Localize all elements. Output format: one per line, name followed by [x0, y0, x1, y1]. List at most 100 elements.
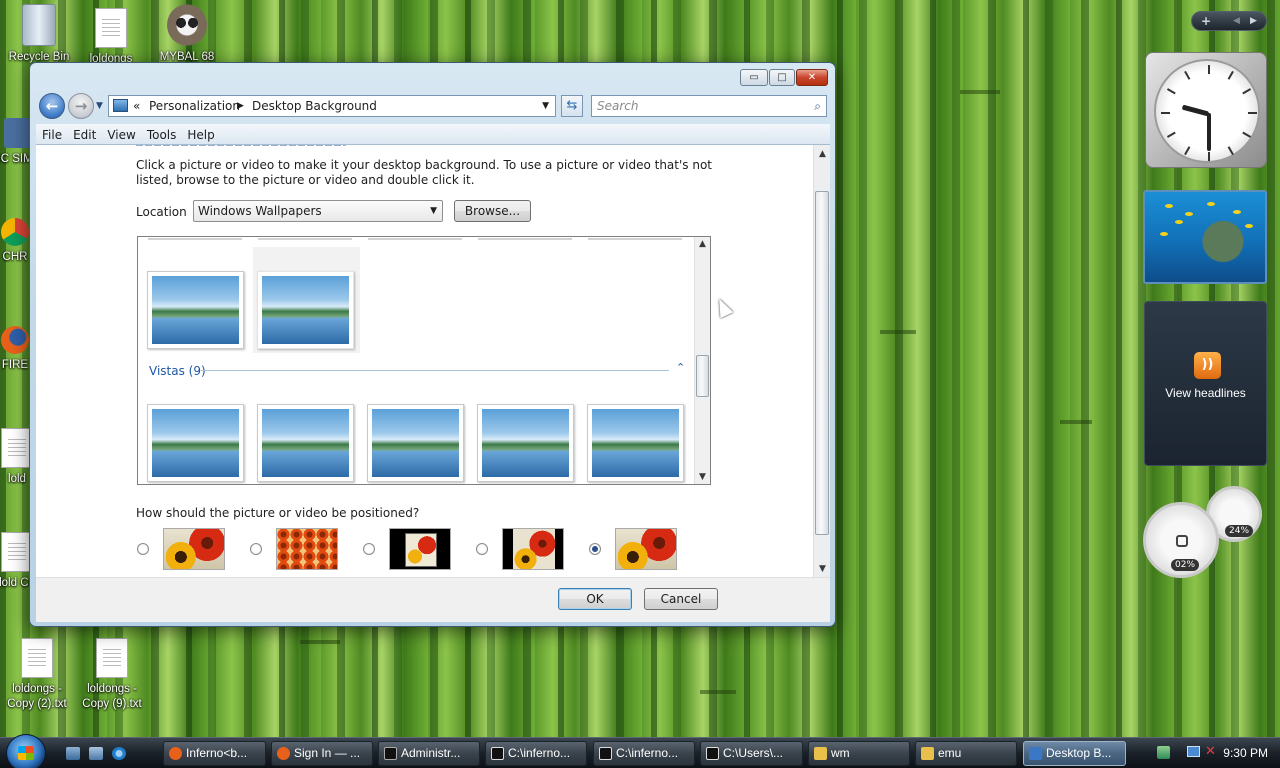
taskbar-item-label: C:\inferno...: [616, 746, 679, 760]
cpu-meter-gadget[interactable]: 02%: [1143, 502, 1219, 578]
taskbar-item[interactable]: wm: [808, 741, 910, 766]
scroll-down-icon[interactable]: ▼: [695, 470, 710, 484]
add-gadget-button[interactable]: +: [1201, 12, 1211, 30]
breadcrumb-item-personalization[interactable]: Personalization: [149, 96, 240, 116]
feed-headlines-gadget[interactable]: )) View headlines: [1144, 301, 1267, 466]
folder-icon: [921, 747, 934, 760]
menu-bar: File Edit View Tools Help: [36, 124, 830, 145]
taskbar-item-active[interactable]: Desktop B...: [1023, 741, 1126, 766]
switch-windows-icon[interactable]: [89, 747, 103, 760]
ok-button[interactable]: OK: [558, 588, 632, 610]
display-icon[interactable]: [1187, 746, 1200, 757]
desktop-icon-file[interactable]: loldongs - Copy (9).txt: [75, 638, 149, 712]
scroll-down-icon[interactable]: ▼: [815, 562, 830, 576]
wallpaper-thumbnail[interactable]: [477, 404, 574, 482]
back-button[interactable]: ←: [39, 93, 65, 119]
position-stretch-preview-icon[interactable]: [615, 528, 677, 570]
refresh-button[interactable]: ⇆: [561, 95, 583, 117]
taskbar-item[interactable]: Inferno<b...: [163, 741, 266, 766]
menu-help[interactable]: Help: [181, 124, 219, 143]
search-input[interactable]: Search ⌕: [591, 95, 827, 117]
internet-explorer-icon[interactable]: [112, 747, 126, 760]
partial-row-edge: [368, 237, 462, 240]
desktop-icon-app[interactable]: MYBAL 68: [150, 4, 224, 65]
7zip-icon: [491, 747, 504, 760]
network-icon[interactable]: [1157, 746, 1170, 759]
menu-file[interactable]: File: [36, 124, 67, 143]
taskbar-item[interactable]: Administr...: [378, 741, 480, 766]
address-bar[interactable]: « Personalization ▶ Desktop Background ▼: [108, 95, 556, 117]
menu-edit[interactable]: Edit: [67, 124, 101, 143]
taskbar-item[interactable]: C:\Users\...: [700, 741, 803, 766]
content-scroll-thumb[interactable]: [815, 191, 829, 535]
recent-pages-dropdown[interactable]: ▼: [96, 101, 103, 111]
desktop-icon-label: lold: [8, 473, 26, 485]
start-button[interactable]: [6, 734, 46, 768]
location-dropdown[interactable]: Windows Wallpapers ▼: [193, 200, 443, 222]
desktop-icon-file[interactable]: loldongs - Copy (2).txt: [0, 638, 74, 712]
hour-hand: [1181, 104, 1210, 117]
wallpaper-thumbnail[interactable]: [257, 271, 354, 349]
desktop-icon-recycle-bin[interactable]: Recycle Bin: [2, 4, 76, 65]
gadget-prev-icon[interactable]: ◀: [1233, 12, 1240, 30]
clock-tick: [1227, 146, 1234, 156]
view-headlines-label[interactable]: View headlines: [1145, 386, 1266, 400]
wallpaper-thumbnail[interactable]: [367, 404, 464, 482]
group-label-vistas[interactable]: Vistas (9): [149, 364, 206, 378]
address-dropdown-icon[interactable]: ▼: [542, 96, 549, 116]
fish-shape: [1165, 204, 1173, 208]
bamboo-node: [1060, 420, 1092, 424]
taskbar-item[interactable]: C:\inferno...: [485, 741, 587, 766]
cancel-button[interactable]: Cancel: [644, 588, 718, 610]
radio-center[interactable]: [363, 543, 375, 555]
taskbar-clock[interactable]: 9:30 PM: [1223, 746, 1268, 760]
taskbar-item-label: Desktop B...: [1046, 746, 1112, 760]
content-scrollbar[interactable]: ▲ ▼: [813, 145, 830, 577]
position-tile-preview-icon[interactable]: [276, 528, 338, 570]
collapse-group-icon[interactable]: ⌃: [676, 361, 685, 374]
scroll-up-icon[interactable]: ▲: [815, 147, 830, 161]
position-center-preview-icon[interactable]: [389, 528, 451, 570]
gallery-scroll-thumb[interactable]: [696, 355, 709, 397]
radio-fill[interactable]: [137, 543, 149, 555]
volume-muted-icon[interactable]: ✕: [1205, 744, 1216, 759]
wallpaper-thumbnail[interactable]: [147, 404, 244, 482]
taskbar-item[interactable]: C:\inferno...: [593, 741, 695, 766]
meter-needle-icon: [1176, 535, 1188, 547]
close-button[interactable]: ✕: [796, 69, 828, 86]
clock-tick: [1227, 70, 1234, 80]
taskbar-item[interactable]: Sign In — ...: [271, 741, 373, 766]
radio-tile[interactable]: [250, 543, 262, 555]
slideshow-gadget[interactable]: [1143, 190, 1267, 284]
position-fit-preview-icon[interactable]: [502, 528, 564, 570]
gallery-scrollbar[interactable]: ▲ ▼: [694, 237, 710, 484]
clock-face-icon: [1154, 59, 1260, 163]
breadcrumb-item-desktop-background[interactable]: Desktop Background: [252, 96, 377, 116]
taskbar-item[interactable]: emu: [915, 741, 1017, 766]
forward-button[interactable]: →: [68, 93, 94, 119]
wallpaper-thumbnail[interactable]: [147, 271, 244, 349]
breadcrumb-prefix[interactable]: «: [133, 96, 140, 116]
radio-stretch[interactable]: [589, 543, 601, 555]
wallpaper-thumbnail[interactable]: [587, 404, 684, 482]
position-fill-preview-icon[interactable]: [163, 528, 225, 570]
minimize-button[interactable]: ▭: [740, 69, 768, 86]
taskbar-item-label: emu: [938, 746, 962, 760]
show-desktop-icon[interactable]: [66, 747, 80, 760]
browse-button[interactable]: Browse...: [454, 200, 531, 222]
maximize-button[interactable]: □: [769, 69, 795, 86]
taskbar-item-label: C:\Users\...: [723, 746, 784, 760]
radio-fit[interactable]: [476, 543, 488, 555]
cpu-meter-value: 02%: [1171, 559, 1200, 571]
desktop-icon-file[interactable]: loldongs: [74, 8, 148, 67]
clock-gadget[interactable]: [1145, 52, 1267, 168]
clock-tick: [1166, 131, 1176, 138]
fish-shape: [1245, 224, 1253, 228]
gadget-next-icon[interactable]: ▶: [1250, 12, 1257, 30]
clock-tick: [1242, 131, 1252, 138]
desktop-icon-label: FIRE: [1, 359, 29, 371]
scroll-up-icon[interactable]: ▲: [695, 237, 710, 251]
menu-tools[interactable]: Tools: [141, 124, 182, 143]
wallpaper-thumbnail[interactable]: [257, 404, 354, 482]
menu-view[interactable]: View: [101, 124, 140, 143]
